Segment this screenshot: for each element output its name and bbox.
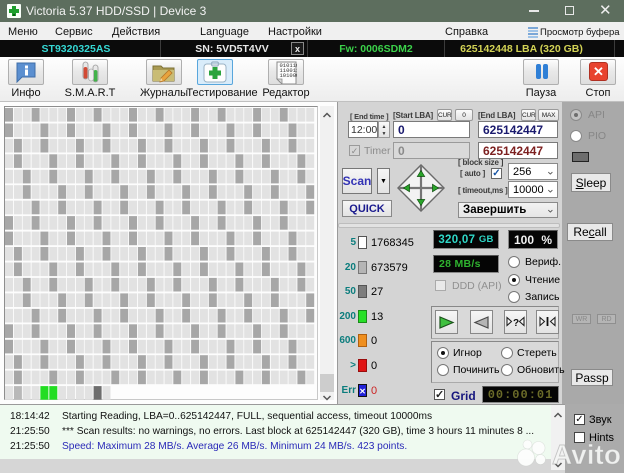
svg-text:?: ?: [513, 318, 519, 328]
svg-text:101000: 101000: [280, 72, 298, 79]
svg-text:Avito: Avito: [552, 439, 621, 470]
